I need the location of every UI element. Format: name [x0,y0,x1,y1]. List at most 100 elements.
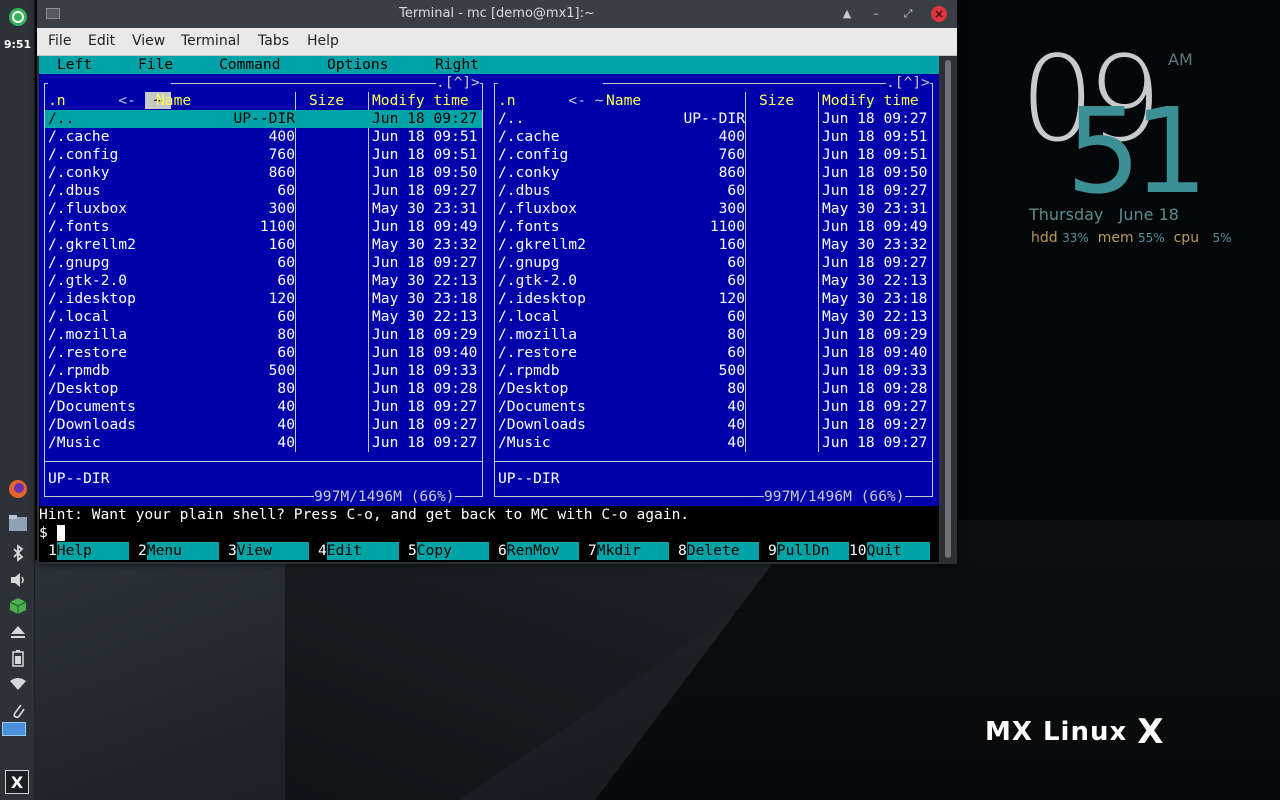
package-icon[interactable] [0,593,35,619]
close-icon[interactable]: × [931,6,947,22]
column-header-mtime[interactable]: Modify time [822,92,919,110]
fkey-edit[interactable]: 4Edit [318,542,399,560]
fkey-label: Menu [146,542,219,560]
fkey-pulldn[interactable]: 9PullDn [768,542,849,560]
column-header-name[interactable]: Name [606,92,641,110]
menu-tabs[interactable]: Tabs [258,33,289,49]
mc-menu-command[interactable]: Command [219,56,281,73]
fkey-help[interactable]: 1Help [48,542,129,560]
menu-terminal[interactable]: Terminal [181,33,240,49]
maximize-icon[interactable]: ⤢ [900,6,916,22]
file-size: 1100 [709,218,745,235]
menu-view[interactable]: View [132,33,165,49]
menu-help[interactable]: Help [307,33,339,49]
hdd-label: hdd [1031,230,1058,246]
fkey-delete[interactable]: 8Delete [678,542,759,560]
fkey-number: 8 [678,542,687,559]
file-name: /.fluxbox [48,200,128,217]
files-icon[interactable] [0,510,35,536]
panel-history-right[interactable]: .[^]> [886,74,930,92]
fkey-mkdir[interactable]: 7Mkdir [588,542,669,560]
menu-edit[interactable]: Edit [88,33,115,49]
file-name: /Downloads [498,416,586,433]
column-header-size[interactable]: Size [309,92,344,110]
sort-indicator[interactable]: .n [498,92,516,110]
panel-history-left[interactable]: <- [568,92,586,109]
volume-icon[interactable] [0,567,35,593]
column-header-mtime[interactable]: Modify time [372,92,469,110]
column-header-name[interactable]: Name [156,92,191,110]
file-name: /.cache [48,128,110,145]
fkey-quit[interactable]: 10Quit [849,542,930,560]
column-separator [818,92,819,452]
eject-icon[interactable] [0,619,35,645]
panel-history-left[interactable]: <- [118,92,136,109]
file-mtime: May 30 23:32 [372,236,478,253]
wifi-icon[interactable] [0,671,35,697]
file-mtime: May 30 22:13 [372,308,478,325]
panel-clock[interactable]: 9:51 [0,38,35,51]
file-size: 60 [277,182,295,199]
fkey-label: View [236,542,309,560]
file-name: /Desktop [48,380,119,397]
column-header-size[interactable]: Size [759,92,794,110]
left-panel[interactable]: <- ~ .[^]> .n Name Size Modify time UP--… [39,74,489,506]
fkey-menu[interactable]: 2Menu [138,542,219,560]
panel-history-right[interactable]: .[^]> [436,74,480,92]
mx-menu-icon[interactable] [0,4,35,30]
mem-label: mem [1097,230,1134,246]
hint-line: Hint: Want your plain shell? Press C-o, … [39,506,690,523]
terminal-area[interactable]: Left File Command Options Right <- ~ .[^… [39,56,939,562]
file-mtime: Jun 18 09:51 [372,146,478,163]
shell-prompt[interactable]: $ [39,524,65,542]
fkey-view[interactable]: 3View [228,542,309,560]
file-name: /.conky [48,164,110,181]
file-size: 760 [718,146,745,163]
menu-file[interactable]: File [48,33,71,49]
clip-icon[interactable] [0,697,35,723]
conky-ampm: AM [1168,50,1193,69]
file-mtime: Jun 18 09:27 [372,182,478,199]
title-bar[interactable]: Terminal - mc [demo@mx1]:~ ▲ – ⤢ × [37,0,957,28]
status-line: UP--DIR [498,470,560,487]
fkey-label: PullDn [776,542,849,560]
fkey-renmov[interactable]: 6RenMov [498,542,579,560]
mx-launcher-icon[interactable]: X [5,770,29,794]
firefox-icon[interactable] [0,476,35,502]
file-name: /.rpmdb [498,362,560,379]
file-mtime: Jun 18 09:40 [822,344,928,361]
file-mtime: Jun 18 09:27 [372,398,478,415]
file-mtime: Jun 18 09:27 [822,416,928,433]
scrollbar[interactable] [940,56,955,562]
file-mtime: Jun 18 09:50 [822,164,928,181]
file-name: /.local [48,308,110,325]
fkey-number: 1 [48,542,57,559]
file-name: /.. [48,110,75,128]
file-size: 80 [727,380,745,397]
shade-icon[interactable]: ▲ [839,6,855,22]
right-panel[interactable]: <- ~ .[^]> .n Name Size Modify time UP--… [489,74,939,506]
mc-menu-file[interactable]: File [138,56,173,73]
file-mtime: Jun 18 09:49 [372,218,478,235]
file-size: 40 [727,398,745,415]
mc-menu-left[interactable]: Left [57,56,92,73]
file-size: 60 [277,272,295,289]
file-size: 860 [718,164,745,181]
mc-menu-options[interactable]: Options [327,56,389,73]
file-mtime: Jun 18 09:27 [822,182,928,199]
sort-indicator[interactable]: .n [48,92,66,110]
file-mtime: Jun 18 09:27 [822,110,928,127]
scrollbar-thumb[interactable] [945,60,951,558]
file-size: 860 [268,164,295,181]
bluetooth-icon[interactable] [0,540,35,566]
prompt-symbol: $ [39,524,57,541]
minimize-icon[interactable]: – [868,6,884,22]
battery-icon[interactable] [0,645,35,671]
mc-menu-right[interactable]: Right [435,56,479,73]
fkey-copy[interactable]: 5Copy [408,542,489,560]
file-size: UP--DIR [233,110,295,128]
workspace-pager[interactable] [2,722,26,736]
file-mtime: Jun 18 09:33 [372,362,478,379]
text-cursor [56,525,65,541]
cpu-value: 5% [1212,231,1232,245]
